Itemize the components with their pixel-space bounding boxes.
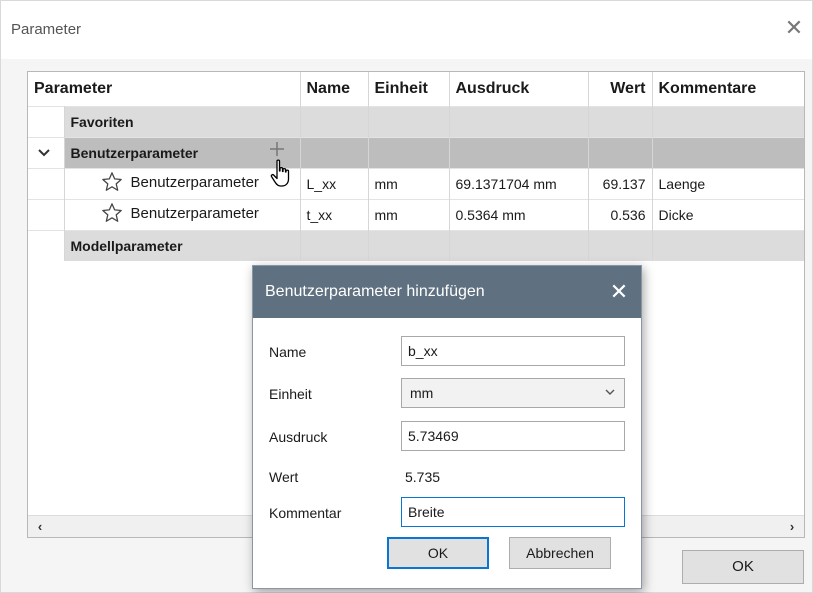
cell-ausdruck[interactable]: 0.5364 mm <box>449 198 589 230</box>
cell-name[interactable]: t_xx <box>300 198 369 230</box>
chevron-down-icon <box>604 379 616 417</box>
scroll-right-icon[interactable]: › <box>784 518 800 536</box>
table-row[interactable]: Benutzerparameter L_xx mm 69.1371704 mm … <box>28 167 804 199</box>
cell-wert: 69.137 <box>588 167 653 199</box>
chevron-down-icon[interactable] <box>38 147 56 161</box>
name-label: Name <box>269 344 307 360</box>
dialog-ok-button[interactable]: OK <box>387 537 489 569</box>
cell-kommentar[interactable]: Laenge <box>652 167 804 199</box>
star-icon[interactable] <box>101 171 123 193</box>
einheit-select-value: mm <box>410 385 434 401</box>
dialog-cancel-button[interactable]: Abbrechen <box>509 537 611 569</box>
star-icon[interactable] <box>101 202 123 224</box>
group-row-modellparameter[interactable]: Modellparameter <box>28 229 804 261</box>
cell-einheit[interactable]: mm <box>368 198 450 230</box>
cell-parameter: Benutzerparameter <box>64 167 301 199</box>
column-header-ausdruck[interactable]: Ausdruck <box>449 72 589 106</box>
column-header-parameter[interactable]: Parameter <box>28 72 301 106</box>
column-header-einheit[interactable]: Einheit <box>368 72 450 106</box>
column-header-wert[interactable]: Wert <box>588 72 653 106</box>
dialog-close-icon[interactable]: ✕ <box>605 278 633 306</box>
dialog-titlebar: Benutzerparameter hinzufügen ✕ <box>253 266 641 318</box>
window-title: Parameter <box>11 21 82 38</box>
group-label-modellparameter: Modellparameter <box>70 237 183 254</box>
ausdruck-field[interactable] <box>401 421 625 451</box>
wert-label: Wert <box>269 469 299 485</box>
cell-name[interactable]: L_xx <box>300 167 369 199</box>
group-label-cell: Modellparameter <box>64 229 301 261</box>
group-label-favoriten: Favoriten <box>70 113 134 130</box>
group-label-benutzerparameter: Benutzerparameter <box>70 144 199 161</box>
table-header-row: Parameter Name Einheit Ausdruck Wert Kom… <box>28 72 804 106</box>
kommentar-field[interactable] <box>401 497 625 527</box>
row-label: Benutzerparameter <box>130 204 259 222</box>
cell-einheit[interactable]: mm <box>368 167 450 199</box>
group-row-benutzerparameter[interactable]: Benutzerparameter <box>28 136 804 168</box>
hand-cursor-icon <box>270 159 290 187</box>
scroll-left-icon[interactable]: ‹ <box>32 518 48 536</box>
kommentar-label: Kommentar <box>269 505 342 521</box>
einheit-select[interactable]: mm <box>401 378 625 408</box>
ausdruck-label: Ausdruck <box>269 429 328 445</box>
table-row[interactable]: Benutzerparameter t_xx mm 0.5364 mm 0.53… <box>28 198 804 230</box>
dialog-title: Benutzerparameter hinzufügen <box>265 283 485 300</box>
cell-ausdruck[interactable]: 69.1371704 mm <box>449 167 589 199</box>
tree-gutter <box>28 105 65 137</box>
window-close-icon[interactable]: ✕ <box>781 15 807 41</box>
einheit-label: Einheit <box>269 386 312 402</box>
cell-parameter: Benutzerparameter <box>64 198 301 230</box>
group-label-cell: Benutzerparameter <box>64 136 301 168</box>
add-user-parameter-dialog: Benutzerparameter hinzufügen ✕ Name Einh… <box>252 265 642 589</box>
column-header-name[interactable]: Name <box>300 72 369 106</box>
wert-value: 5.735 <box>405 469 441 485</box>
column-header-kommentare[interactable]: Kommentare <box>652 72 804 106</box>
ok-button[interactable]: OK <box>682 550 804 584</box>
tree-gutter <box>28 136 65 168</box>
group-label-cell: Favoriten <box>64 105 301 137</box>
parameter-table: Parameter Name Einheit Ausdruck Wert Kom… <box>28 72 804 261</box>
name-field[interactable] <box>401 336 625 366</box>
row-label: Benutzerparameter <box>130 173 259 191</box>
group-row-favoriten[interactable]: Favoriten <box>28 105 804 137</box>
cell-kommentar[interactable]: Dicke <box>652 198 804 230</box>
cell-wert: 0.536 <box>588 198 653 230</box>
plus-icon[interactable] <box>269 141 285 157</box>
window-titlebar: Parameter ✕ <box>1 1 812 59</box>
